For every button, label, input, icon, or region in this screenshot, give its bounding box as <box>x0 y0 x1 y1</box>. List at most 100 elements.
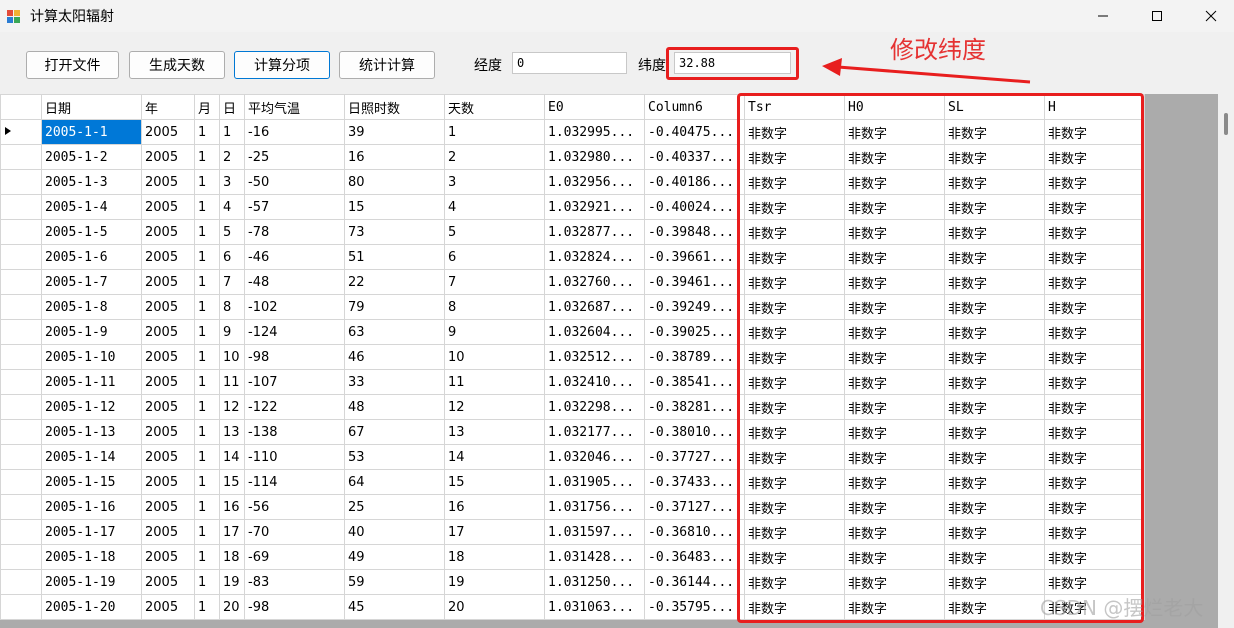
table-cell[interactable]: 2005 <box>141 319 195 345</box>
table-cell[interactable]: 1.032298... <box>544 394 645 420</box>
table-cell[interactable]: 2005-1-4 <box>41 194 142 220</box>
table-cell[interactable]: 1 <box>444 119 545 145</box>
table-cell[interactable]: 19 <box>219 569 245 595</box>
table-cell[interactable]: 非数字 <box>1044 544 1145 570</box>
column-header[interactable]: Column6 <box>644 94 745 120</box>
row-header[interactable] <box>0 494 42 520</box>
table-cell[interactable]: 2005-1-1 <box>41 119 142 145</box>
row-header[interactable] <box>0 319 42 345</box>
table-cell[interactable]: 1 <box>194 119 220 145</box>
table-cell[interactable]: -56 <box>244 494 345 520</box>
table-cell[interactable]: 非数字 <box>744 169 845 195</box>
table-cell[interactable]: 16 <box>344 144 445 170</box>
table-cell[interactable]: 6 <box>444 244 545 270</box>
table-cell[interactable]: 2005-1-3 <box>41 169 142 195</box>
table-cell[interactable]: 2005-1-14 <box>41 444 142 470</box>
table-cell[interactable]: 非数字 <box>844 494 945 520</box>
table-cell[interactable]: 2005 <box>141 194 195 220</box>
table-cell[interactable]: 2005 <box>141 144 195 170</box>
table-cell[interactable]: 2005 <box>141 519 195 545</box>
table-row[interactable]: 2005-1-4 2005 1 4 -57 15 4 1.032921... -0.40024.… <box>0 194 1145 220</box>
table-row[interactable]: 2005-1-18 2005 1 18 -69 49 18 1.031428... -0.364… <box>0 544 1145 570</box>
table-cell[interactable]: 非数字 <box>1044 169 1145 195</box>
table-cell[interactable]: -0.38541... <box>644 369 745 395</box>
row-header[interactable] <box>0 569 42 595</box>
table-cell[interactable]: -0.36810... <box>644 519 745 545</box>
table-cell[interactable]: 1 <box>194 219 220 245</box>
table-cell[interactable]: 非数字 <box>844 394 945 420</box>
column-header[interactable]: SL <box>944 94 1045 120</box>
table-cell[interactable]: 非数字 <box>944 169 1045 195</box>
table-cell[interactable]: 非数字 <box>744 194 845 220</box>
table-cell[interactable]: 非数字 <box>844 419 945 445</box>
table-cell[interactable]: 3 <box>219 169 245 195</box>
table-cell[interactable]: 1.031597... <box>544 519 645 545</box>
table-row[interactable]: 2005-1-9 2005 1 9 -124 63 9 1.032604... -0.39025… <box>0 319 1145 345</box>
table-cell[interactable]: 非数字 <box>844 219 945 245</box>
table-row[interactable]: 2005-1-12 2005 1 12 -122 48 12 1.032298... -0.38… <box>0 394 1145 420</box>
table-cell[interactable]: 非数字 <box>1044 444 1145 470</box>
table-row[interactable]: 2005-1-7 2005 1 7 -48 22 7 1.032760... -0.39461.… <box>0 269 1145 295</box>
table-cell[interactable]: 4 <box>219 194 245 220</box>
table-cell[interactable]: 非数字 <box>744 394 845 420</box>
table-cell[interactable]: 40 <box>344 519 445 545</box>
table-cell[interactable]: 2005-1-15 <box>41 469 142 495</box>
table-cell[interactable]: 1 <box>194 444 220 470</box>
table-cell[interactable]: -25 <box>244 144 345 170</box>
table-cell[interactable]: 非数字 <box>844 344 945 370</box>
table-cell[interactable]: 10 <box>219 344 245 370</box>
scrollbar-thumb[interactable] <box>1224 113 1228 135</box>
row-header[interactable] <box>0 194 42 220</box>
table-cell[interactable]: 2005 <box>141 219 195 245</box>
table-cell[interactable]: 1.031428... <box>544 544 645 570</box>
table-row[interactable]: 2005-1-11 2005 1 11 -107 33 11 1.032410... -0.38… <box>0 369 1145 395</box>
table-cell[interactable]: 1.032512... <box>544 344 645 370</box>
table-cell[interactable]: 49 <box>344 544 445 570</box>
row-header[interactable] <box>0 369 42 395</box>
row-header[interactable] <box>0 344 42 370</box>
table-cell[interactable]: 45 <box>344 594 445 620</box>
table-cell[interactable]: 39 <box>344 119 445 145</box>
column-header[interactable]: E0 <box>544 94 645 120</box>
vertical-scrollbar[interactable] <box>1218 94 1234 628</box>
table-cell[interactable]: 1 <box>194 369 220 395</box>
table-cell[interactable]: 13 <box>219 419 245 445</box>
table-cell[interactable]: 非数字 <box>744 119 845 145</box>
table-cell[interactable]: 非数字 <box>844 119 945 145</box>
table-cell[interactable]: 14 <box>444 444 545 470</box>
table-cell[interactable]: -50 <box>244 169 345 195</box>
table-cell[interactable]: 17 <box>444 519 545 545</box>
table-cell[interactable]: 53 <box>344 444 445 470</box>
column-header[interactable]: 日照时数 <box>344 94 445 120</box>
table-cell[interactable]: -0.36144... <box>644 569 745 595</box>
table-cell[interactable]: -0.39249... <box>644 294 745 320</box>
table-cell[interactable]: -83 <box>244 569 345 595</box>
table-cell[interactable]: 14 <box>219 444 245 470</box>
table-cell[interactable]: 80 <box>344 169 445 195</box>
table-cell[interactable]: 非数字 <box>1044 269 1145 295</box>
table-cell[interactable]: 非数字 <box>944 419 1045 445</box>
table-cell[interactable]: -69 <box>244 544 345 570</box>
table-cell[interactable]: 1.032046... <box>544 444 645 470</box>
table-row[interactable]: 2005-1-13 2005 1 13 -138 67 13 1.032177... -0.38… <box>0 419 1145 445</box>
table-row[interactable]: 2005-1-20 2005 1 20 -98 45 20 1.031063... -0.357… <box>0 594 1145 620</box>
table-cell[interactable]: 2005-1-19 <box>41 569 142 595</box>
table-cell[interactable]: -0.37727... <box>644 444 745 470</box>
table-cell[interactable]: 非数字 <box>744 569 845 595</box>
table-cell[interactable]: 1.031905... <box>544 469 645 495</box>
table-cell[interactable]: 18 <box>219 544 245 570</box>
table-cell[interactable]: 1.031250... <box>544 569 645 595</box>
row-header[interactable] <box>0 269 42 295</box>
table-row[interactable]: 2005-1-2 2005 1 2 -25 16 2 1.032980... -0.40337.… <box>0 144 1145 170</box>
table-cell[interactable]: 48 <box>344 394 445 420</box>
table-cell[interactable]: 67 <box>344 419 445 445</box>
table-cell[interactable]: -0.39461... <box>644 269 745 295</box>
table-cell[interactable]: 2005 <box>141 494 195 520</box>
table-cell[interactable]: 非数字 <box>944 144 1045 170</box>
table-cell[interactable]: 非数字 <box>844 469 945 495</box>
table-cell[interactable]: -102 <box>244 294 345 320</box>
table-cell[interactable]: 非数字 <box>844 444 945 470</box>
table-cell[interactable]: 1.031756... <box>544 494 645 520</box>
table-cell[interactable]: 2005 <box>141 269 195 295</box>
table-cell[interactable]: 2005 <box>141 369 195 395</box>
